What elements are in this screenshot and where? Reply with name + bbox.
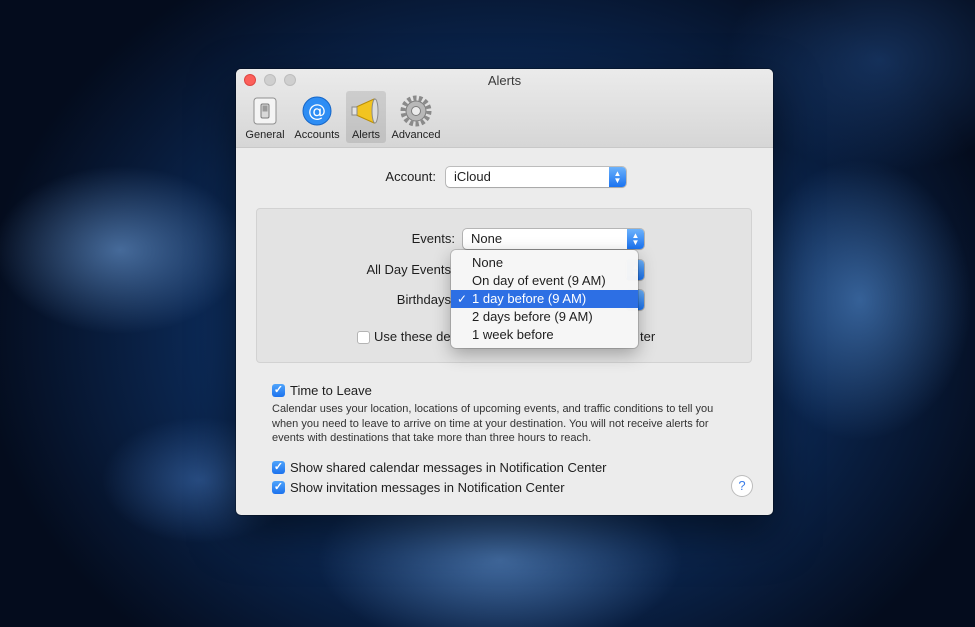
- events-label: Events:: [411, 231, 455, 246]
- menu-item-on-day[interactable]: On day of event (9 AM): [451, 272, 638, 290]
- menu-item-1-day-before[interactable]: ✓ 1 day before (9 AM): [451, 290, 638, 308]
- title-bar: Alerts General @ Accounts Alerts Advance…: [236, 69, 773, 148]
- toolbar-accounts-label: Accounts: [294, 129, 340, 141]
- shared-messages-label: Show shared calendar messages in Notific…: [290, 460, 607, 475]
- alert-time-dropdown-menu: None On day of event (9 AM) ✓ 1 day befor…: [451, 250, 638, 348]
- checkmark-icon: ✓: [457, 292, 468, 306]
- use-defaults-checkbox[interactable]: [357, 331, 370, 344]
- toolbar-general-label: General: [245, 129, 285, 141]
- menu-item-2-days-before[interactable]: 2 days before (9 AM): [451, 308, 638, 326]
- menu-item-label: None: [472, 255, 504, 270]
- account-label: Account:: [385, 169, 436, 184]
- window-title: Alerts: [487, 73, 522, 88]
- svg-text:@: @: [308, 101, 326, 122]
- toolbar-alerts[interactable]: Alerts: [346, 91, 386, 143]
- time-to-leave-checkbox[interactable]: ✓: [272, 384, 285, 397]
- alerts-preferences-window: Alerts General @ Accounts Alerts Advance…: [236, 69, 773, 515]
- popup-arrows-icon: ▲▼: [627, 229, 644, 249]
- menu-item-label: 1 week before: [472, 327, 554, 342]
- menu-item-1-week-before[interactable]: 1 week before: [451, 326, 638, 344]
- shared-messages-checkbox[interactable]: ✓: [272, 461, 285, 474]
- use-defaults-label: Use these de: [374, 329, 451, 344]
- toolbar-alerts-label: Alerts: [351, 129, 381, 141]
- toolbar-advanced[interactable]: Advanced: [388, 91, 444, 143]
- time-to-leave-description: Calendar uses your location, locations o…: [272, 403, 714, 444]
- gear-icon: [400, 95, 432, 127]
- toolbar-advanced-label: Advanced: [391, 129, 441, 141]
- events-popup-value: None: [471, 231, 503, 246]
- invitation-messages-label: Show invitation messages in Notification…: [290, 480, 565, 495]
- invitation-messages-checkbox[interactable]: ✓: [272, 481, 285, 494]
- menu-item-none[interactable]: None: [451, 254, 638, 272]
- use-defaults-label-tail: ter: [640, 329, 656, 344]
- all-day-events-label: All Day Events: [366, 262, 451, 277]
- toolbar-general[interactable]: General: [242, 91, 288, 143]
- menu-item-label: On day of event (9 AM): [472, 273, 606, 288]
- toolbar-accounts[interactable]: @ Accounts: [291, 91, 343, 143]
- account-popup[interactable]: iCloud ▲ ▼: [446, 167, 626, 187]
- popup-arrows-icon: ▲▼: [609, 167, 626, 187]
- account-popup-value: iCloud: [454, 169, 491, 184]
- birthdays-label: Birthdays: [396, 292, 451, 307]
- general-switch-icon: [253, 97, 277, 125]
- events-popup[interactable]: None ▲ ▼: [463, 229, 644, 249]
- at-sign-icon: @: [302, 96, 332, 126]
- menu-item-label: 1 day before (9 AM): [472, 291, 587, 306]
- menu-item-label: 2 days before (9 AM): [472, 309, 593, 324]
- time-to-leave-label: Time to Leave: [290, 383, 372, 398]
- help-button[interactable]: ?: [732, 476, 752, 496]
- megaphone-icon: [351, 98, 379, 124]
